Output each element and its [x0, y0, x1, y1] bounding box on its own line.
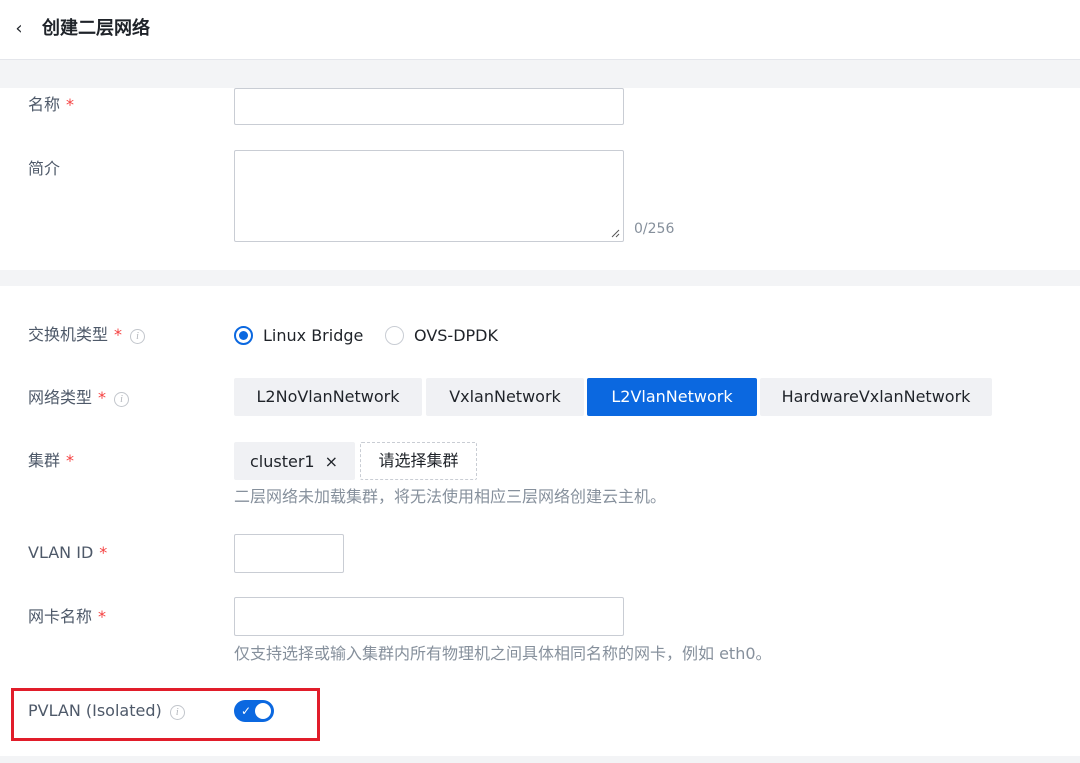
check-icon: ✓	[241, 704, 252, 718]
name-label: 名称 *	[28, 95, 75, 114]
pvlan-label: PVLAN (Isolated) i	[28, 700, 185, 722]
network-type-label: 网络类型 * i	[28, 387, 130, 409]
radio-checked-icon	[234, 325, 253, 345]
info-icon[interactable]: i	[114, 392, 130, 407]
nic-name-label: 网卡名称 *	[28, 607, 107, 626]
description-char-count: 0/256	[634, 221, 675, 237]
close-icon[interactable]: ×	[325, 452, 338, 471]
nic-name-input[interactable]	[234, 597, 624, 636]
vlan-id-input[interactable]	[234, 534, 344, 573]
network-type-vxlan[interactable]: VxlanNetwork	[426, 378, 584, 416]
back-chevron-left-icon[interactable]: ‹	[8, 16, 30, 42]
network-type-l2novlan[interactable]: L2NoVlanNetwork	[234, 378, 422, 416]
select-cluster-button[interactable]: 请选择集群	[360, 442, 477, 480]
description-label: 简介	[28, 159, 61, 178]
vlan-id-label: VLAN ID *	[28, 543, 108, 562]
basic-info-card: 名称 * 简介 0/256	[0, 88, 1080, 270]
page-title: 创建二层网络	[42, 18, 150, 39]
switch-knob	[255, 703, 271, 719]
resize-grip-icon[interactable]	[610, 228, 620, 238]
radio-ovs-dpdk[interactable]: OVS-DPDK	[385, 324, 498, 346]
name-input[interactable]	[234, 88, 624, 125]
network-type-l2vlan[interactable]: L2VlanNetwork	[587, 378, 757, 416]
network-config-card: 交换机类型 * i Linux Bridge OVS-DPDK 网络类型 * i L2N…	[0, 286, 1080, 756]
cluster-hint: 二层网络未加载集群，将无法使用相应三层网络创建云主机。	[234, 487, 667, 506]
description-textarea[interactable]	[234, 150, 624, 242]
info-icon[interactable]: i	[130, 329, 146, 344]
nic-name-hint: 仅支持选择或输入集群内所有物理机之间具体相同名称的网卡，例如 eth0。	[234, 644, 772, 663]
network-type-hardware-vxlan[interactable]: HardwareVxlanNetwork	[760, 378, 992, 416]
info-icon[interactable]: i	[169, 705, 185, 720]
radio-linux-bridge[interactable]: Linux Bridge	[234, 324, 363, 346]
page-header: ‹ 创建二层网络	[0, 0, 1080, 60]
switch-type-label: 交换机类型 * i	[28, 324, 146, 346]
cluster-tag: cluster1 ×	[234, 442, 355, 480]
pvlan-toggle-switch[interactable]: ✓	[234, 700, 274, 722]
radio-unchecked-icon	[385, 325, 404, 345]
cluster-label: 集群 *	[28, 451, 75, 470]
